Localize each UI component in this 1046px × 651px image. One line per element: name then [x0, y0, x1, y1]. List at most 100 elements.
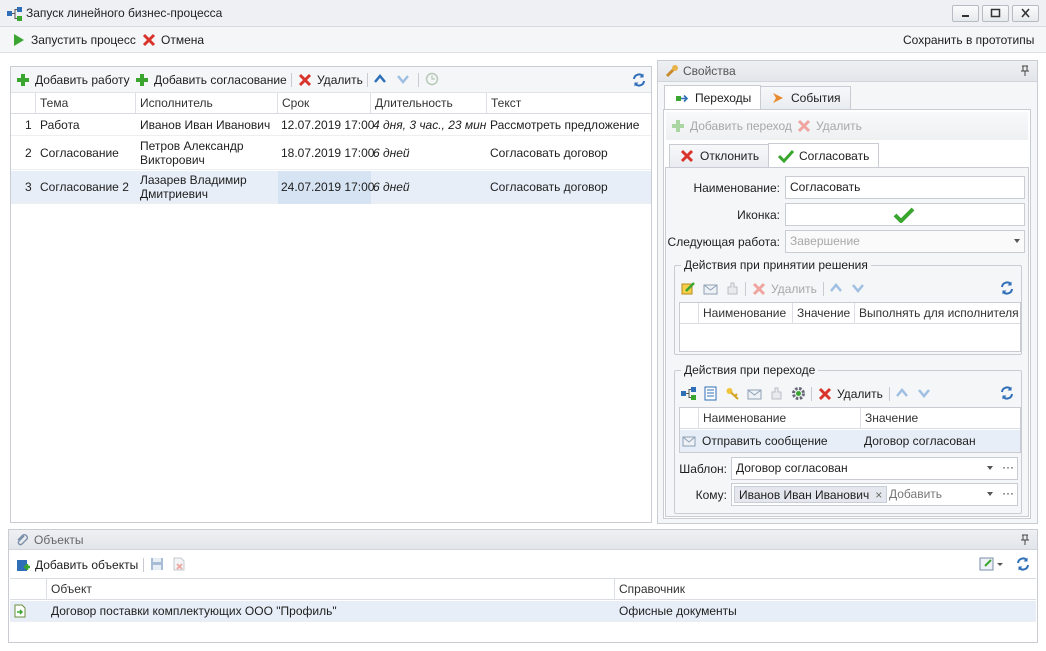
move-up-icon[interactable]: [373, 72, 387, 86]
transition-grid-header: Наименование Значение: [680, 408, 1020, 429]
add-recipient-placeholder[interactable]: Добавить: [889, 487, 942, 501]
theme-cell: Согласование 2: [40, 180, 129, 194]
move-up-icon[interactable]: [829, 281, 843, 295]
column-header[interactable]: Срок: [278, 93, 371, 114]
table-row-selected[interactable]: Договор поставки комплектующих ООО "Проф…: [10, 601, 1036, 622]
start-process-button[interactable]: Запустить процесс: [11, 30, 136, 50]
decision-actions-title: Действия при принятии решения: [681, 258, 871, 272]
table-row-selected[interactable]: 3 Согласование 2 Лазарев Владимир Дмитри…: [11, 171, 651, 204]
icon-field[interactable]: [785, 203, 1025, 226]
objects-header: Объекты: [9, 530, 1037, 550]
refresh-icon[interactable]: [999, 385, 1015, 401]
move-down-icon[interactable]: [851, 281, 865, 295]
delete-transition-action-label: Удалить: [837, 387, 883, 401]
indicator-column: [680, 408, 699, 429]
refresh-icon[interactable]: [999, 280, 1015, 296]
delete-transition-label: Удалить: [816, 119, 862, 133]
add-approval-button[interactable]: Добавить согласование: [134, 70, 287, 90]
maximize-button[interactable]: [982, 5, 1009, 22]
ellipsis-icon[interactable]: ···: [1002, 486, 1014, 500]
next-work-select[interactable]: Завершение: [785, 230, 1025, 253]
table-row-selected[interactable]: Отправить сообщение Договор согласован: [680, 430, 1020, 452]
green-check-icon: [778, 148, 794, 164]
pin-icon[interactable]: [1020, 65, 1030, 77]
ellipsis-icon[interactable]: ···: [1002, 460, 1014, 474]
mail-icon[interactable]: [747, 386, 762, 401]
delete-decision-action-label: Удалить: [771, 282, 817, 296]
chevron-down-icon: [987, 466, 993, 470]
column-header[interactable]: Наименование: [699, 408, 861, 429]
transition-actions-title: Действия при переходе: [681, 363, 819, 377]
move-down-icon[interactable]: [917, 386, 931, 400]
move-up-icon[interactable]: [895, 386, 909, 400]
tab-approve[interactable]: Согласовать: [768, 143, 880, 167]
plus-icon: [15, 72, 31, 88]
duration-cell: 4 дня, 3 час., 23 мин.: [373, 118, 487, 132]
workflow-icon[interactable]: [681, 386, 696, 401]
column-header[interactable]: Справочник: [615, 579, 1036, 600]
column-header[interactable]: Наименование: [699, 303, 793, 324]
table-row[interactable]: 1 Работа Иванов Иван Иванович 12.07.2019…: [11, 115, 651, 136]
to-label: Кому:: [695, 488, 727, 502]
name-field[interactable]: Согласовать: [785, 176, 1025, 199]
refresh-icon[interactable]: [1015, 556, 1031, 572]
delete-document-icon[interactable]: [172, 557, 186, 571]
add-transition-button[interactable]: Добавить переход: [670, 116, 792, 136]
deadline-cell: 12.07.2019 17:00: [281, 118, 375, 132]
delete-decision-action-button[interactable]: Удалить: [751, 279, 817, 299]
main-toolbar: Запустить процесс Отмена Сохранить в про…: [0, 27, 1046, 53]
column-header[interactable]: Значение: [793, 303, 855, 324]
key-icon[interactable]: [725, 386, 740, 401]
action-name-cell: Отправить сообщение: [702, 434, 828, 448]
add-objects-button[interactable]: Добавить объекты: [15, 555, 138, 575]
cancel-button[interactable]: Отмена: [141, 30, 204, 50]
pin-icon[interactable]: [1020, 534, 1030, 546]
column-header[interactable]: Объект: [47, 579, 615, 600]
red-x-icon: [817, 386, 833, 402]
tab-approve-label: Согласовать: [799, 148, 870, 163]
view-options-icon[interactable]: [979, 556, 1003, 572]
refresh-icon[interactable]: [631, 72, 647, 88]
form-icon[interactable]: [703, 386, 718, 401]
delete-work-button[interactable]: Удалить: [297, 70, 363, 90]
column-header[interactable]: Исполнитель: [136, 93, 278, 114]
gear-icon[interactable]: [791, 386, 806, 401]
row-number: 1: [25, 118, 32, 132]
window-title: Запуск линейного бизнес-процесса: [26, 6, 223, 20]
save-to-prototypes-button[interactable]: Сохранить в прототипы: [903, 30, 1034, 50]
column-header[interactable]: Длительность: [371, 93, 487, 114]
red-x-icon: [297, 72, 313, 88]
close-window-button[interactable]: [1012, 5, 1039, 22]
recipient-chip[interactable]: Иванов Иван Иванович ×: [734, 486, 888, 503]
column-header[interactable]: Выполнять для исполнителя: [855, 303, 1020, 324]
template-select[interactable]: Договор согласован ···: [731, 457, 1018, 480]
objects-grid: Объект Справочник Договор поставки компл…: [10, 578, 1036, 640]
next-work-label: Следующая работа:: [667, 235, 780, 249]
delete-transition-action-button[interactable]: Удалить: [817, 384, 883, 404]
works-grid-header: Тема Исполнитель Срок Длительность Текст: [11, 93, 651, 114]
delete-transition-button[interactable]: Удалить: [796, 116, 862, 136]
edit-icon[interactable]: [681, 281, 696, 296]
column-header[interactable]: Значение: [861, 408, 1020, 429]
column-header[interactable]: Текст: [487, 93, 651, 114]
add-work-button[interactable]: Добавить работу: [15, 70, 130, 90]
recipients-field[interactable]: Иванов Иван Иванович × Добавить ···: [731, 483, 1018, 506]
hand-icon[interactable]: [725, 281, 740, 296]
theme-cell: Согласование: [40, 146, 119, 160]
minimize-button[interactable]: [952, 5, 979, 22]
table-row[interactable]: 2 Согласование Петров Александр Викторов…: [11, 137, 651, 170]
add-transition-label: Добавить переход: [690, 119, 792, 133]
close-icon[interactable]: ×: [875, 488, 882, 502]
save-icon[interactable]: [150, 557, 164, 571]
mail-icon[interactable]: [703, 281, 718, 296]
clock-icon[interactable]: [425, 72, 439, 86]
start-process-label: Запустить процесс: [31, 33, 136, 47]
objects-title: Объекты: [34, 533, 84, 547]
move-down-icon[interactable]: [396, 72, 410, 86]
column-header[interactable]: Тема: [36, 93, 136, 114]
plus-icon: [134, 72, 150, 88]
tab-transitions[interactable]: Переходы: [664, 85, 762, 109]
tab-reject[interactable]: Отклонить: [669, 144, 770, 167]
tab-events[interactable]: События: [760, 86, 851, 109]
hand-icon[interactable]: [769, 386, 784, 401]
